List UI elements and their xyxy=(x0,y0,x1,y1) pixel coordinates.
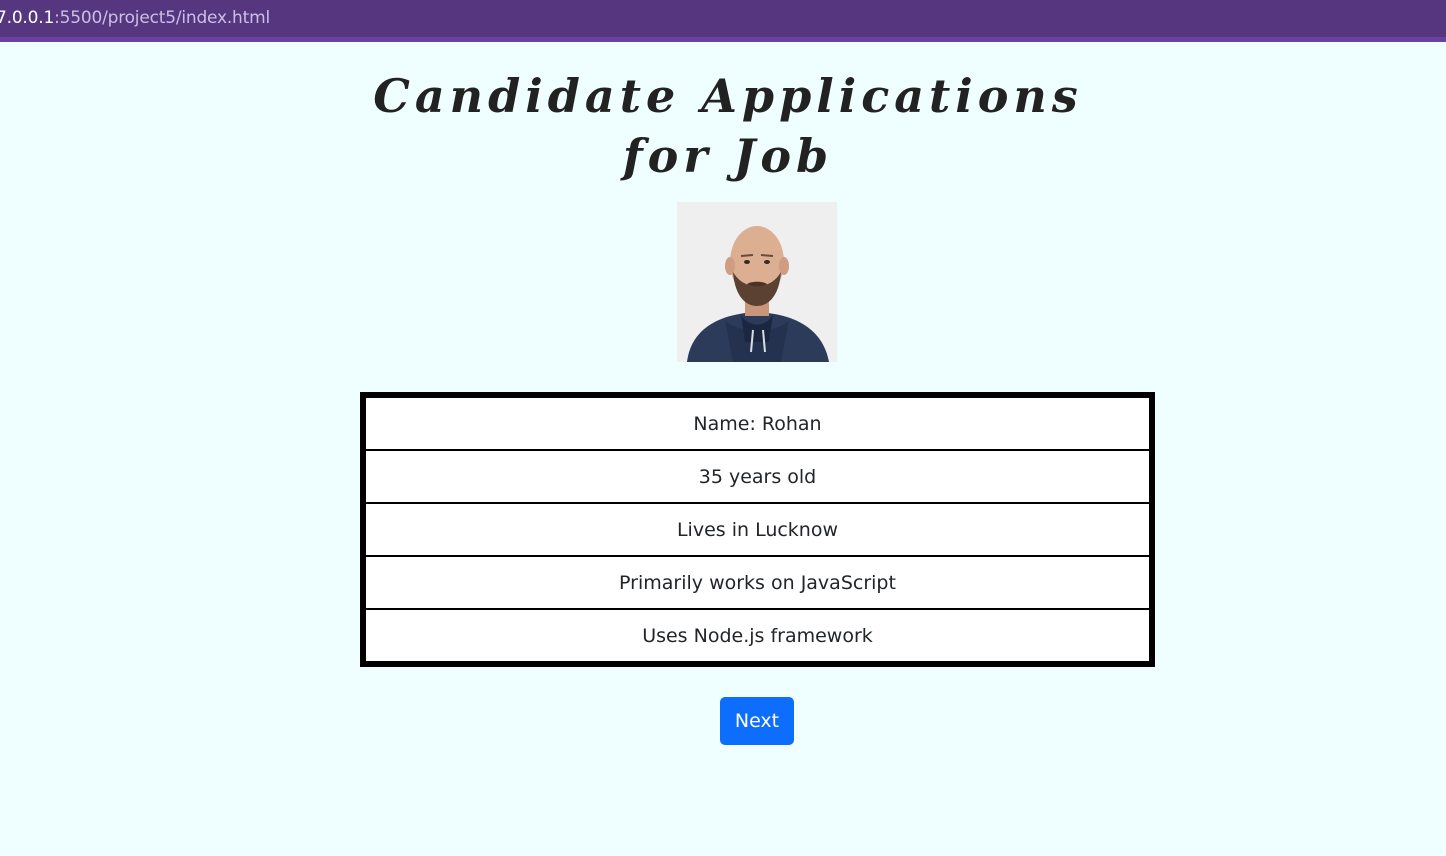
page-title: Candidate Applications for Job xyxy=(0,66,1446,186)
url-text[interactable]: 7.0.0.1:5500/project5/index.html xyxy=(0,8,270,28)
browser-address-bar[interactable]: 7.0.0.1:5500/project5/index.html xyxy=(0,0,1446,42)
candidate-location-cell: Lives in Lucknow xyxy=(366,503,1149,557)
candidate-framework-cell: Uses Node.js framework xyxy=(642,624,873,647)
url-host: 7.0.0.1 xyxy=(0,8,55,28)
table-row: Primarily works on JavaScript xyxy=(366,556,1149,610)
candidate-photo xyxy=(677,202,837,362)
page-title-line-2: for Job xyxy=(622,129,834,183)
url-path: :5500/project5/index.html xyxy=(54,8,270,28)
next-button[interactable]: Next xyxy=(720,697,794,745)
table-row: Lives in Lucknow xyxy=(366,503,1149,557)
candidate-language-cell: Primarily works on JavaScript xyxy=(366,556,1149,610)
candidate-info-table: Name: Rohan 35 years old Lives in Luckno… xyxy=(360,392,1155,667)
candidate-portrait-image xyxy=(677,202,837,362)
page-content: Candidate Applications for Job Name: Roh… xyxy=(0,42,1446,856)
candidate-name-cell: Name: Rohan xyxy=(366,398,1149,451)
candidate-age-cell: 35 years old xyxy=(366,450,1149,504)
table-row: 35 years old xyxy=(366,450,1149,504)
table-row: Name: Rohan xyxy=(366,398,1149,451)
page-title-line-1: Candidate Applications xyxy=(373,69,1083,123)
table-row: Uses Node.js framework xyxy=(366,609,1149,661)
